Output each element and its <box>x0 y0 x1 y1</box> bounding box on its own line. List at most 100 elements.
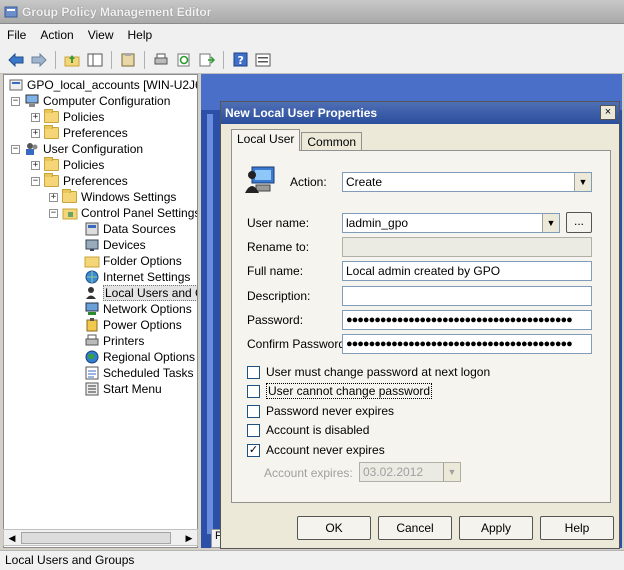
ok-button[interactable]: OK <box>297 516 371 540</box>
browse-button[interactable]: ... <box>566 212 592 233</box>
tree-power-options[interactable]: Power Options <box>84 317 182 333</box>
tree-label: Local Users and Gr <box>103 285 197 301</box>
forward-button[interactable] <box>29 50 49 70</box>
console-tree-icon <box>87 53 103 66</box>
menu-file[interactable]: File <box>0 28 33 42</box>
tree-control-panel-settings[interactable]: − Control Panel Settings <box>49 205 198 221</box>
expand-icon[interactable]: + <box>31 160 40 170</box>
users-icon <box>26 143 38 155</box>
tab-local-user[interactable]: Local User <box>231 129 301 151</box>
tree-uc-preferences[interactable]: − Preferences <box>31 173 128 189</box>
rename-label: Rename to: <box>247 240 310 254</box>
tree-printers[interactable]: Printers <box>84 333 144 349</box>
copy-button[interactable] <box>118 50 138 70</box>
cancel-button[interactable]: Cancel <box>378 516 452 540</box>
expand-icon[interactable]: + <box>31 112 40 122</box>
export-icon <box>199 53 215 66</box>
apply-button[interactable]: Apply <box>459 516 533 540</box>
forward-arrow-icon <box>31 52 47 67</box>
dialog-title: New Local User Properties <box>221 102 619 124</box>
tree-user-config[interactable]: − User Configuration <box>11 141 143 157</box>
properties-icon <box>255 53 271 66</box>
scroll-thumb[interactable] <box>21 532 171 544</box>
description-field[interactable] <box>342 286 592 306</box>
chevron-down-icon[interactable]: ▼ <box>574 173 591 191</box>
back-button[interactable] <box>6 50 26 70</box>
tree-cc-preferences[interactable]: + Preferences <box>31 125 128 141</box>
checkbox-box[interactable] <box>247 404 260 418</box>
export-list-button[interactable] <box>197 50 217 70</box>
tree-label: User Configuration <box>43 142 144 156</box>
refresh-button[interactable] <box>174 50 194 70</box>
checkbox-account-disabled[interactable]: Account is disabled <box>247 422 369 438</box>
tree-folder-options[interactable]: Folder Options <box>84 253 182 269</box>
scroll-right-icon[interactable]: ▶ <box>182 531 196 545</box>
action-select[interactable]: Create ▼ <box>342 172 592 192</box>
chevron-down-icon: ▼ <box>443 463 460 481</box>
tree-data-sources[interactable]: Data Sources <box>84 221 176 237</box>
checkbox-box[interactable] <box>247 423 260 437</box>
console-tree[interactable]: GPO_local_accounts [WIN-U2J6MA − Compute… <box>3 74 198 548</box>
checkbox-password-never-expires[interactable]: Password never expires <box>247 403 394 419</box>
collapse-icon[interactable]: − <box>31 176 40 186</box>
menu-view[interactable]: View <box>81 28 121 42</box>
up-level-button[interactable] <box>62 50 82 70</box>
new-local-user-dialog: New Local User Properties × Local User C… <box>220 101 620 549</box>
tab-common[interactable]: Common <box>301 132 363 151</box>
password-field[interactable]: ●●●●●●●●●●●●●●●●●●●●●●●●●●●●●●●●●●●●●●●● <box>342 310 592 330</box>
regional-options-icon <box>85 350 99 364</box>
scroll-left-icon[interactable]: ◀ <box>5 531 19 545</box>
checkbox-account-never-expires[interactable]: ✓ Account never expires <box>247 442 385 458</box>
confirm-password-label: Confirm Password: <box>247 337 349 351</box>
tree-label: Preferences <box>63 126 128 140</box>
collapse-icon[interactable]: − <box>11 144 20 154</box>
tree-computer-config[interactable]: − Computer Configuration <box>11 93 170 109</box>
password-label: Password: <box>247 313 304 327</box>
checkbox-box[interactable] <box>247 384 260 398</box>
tree-root[interactable]: GPO_local_accounts [WIN-U2J6MA <box>8 77 197 93</box>
internet-settings-icon <box>85 270 99 284</box>
tree-start-menu[interactable]: Start Menu <box>84 381 162 397</box>
tree-internet-settings[interactable]: Internet Settings <box>84 269 190 285</box>
tree-local-users-groups[interactable]: Local Users and Gr <box>84 285 197 301</box>
checkbox-cannot-change-password[interactable]: User cannot change password <box>247 383 433 399</box>
tree-cc-policies[interactable]: + Policies <box>31 109 104 125</box>
print-button[interactable] <box>151 50 171 70</box>
checkbox-box-checked[interactable]: ✓ <box>247 443 260 457</box>
tree-windows-settings[interactable]: + Windows Settings <box>49 189 176 205</box>
close-icon[interactable]: × <box>600 105 616 120</box>
tree-label: Policies <box>63 158 105 172</box>
tree-label: Control Panel Settings <box>81 206 198 220</box>
checkbox-box[interactable] <box>247 365 260 379</box>
account-expires-date: 03.02.2012 ▼ <box>359 462 461 482</box>
window-title: Group Policy Management Editor <box>22 4 212 19</box>
checkbox-must-change-password[interactable]: User must change password at next logon <box>247 364 490 380</box>
fullname-field[interactable]: Local admin created by GPO <box>342 261 592 281</box>
local-users-icon <box>86 287 96 299</box>
status-bar: Local Users and Groups <box>0 550 624 570</box>
help-dialog-button[interactable]: Help <box>540 516 614 540</box>
chevron-down-icon[interactable]: ▼ <box>542 214 559 232</box>
show-hide-tree-button[interactable] <box>85 50 105 70</box>
properties-button[interactable] <box>253 50 273 70</box>
tree-network-options[interactable]: Network Options <box>84 301 192 317</box>
toolbar: ? <box>0 46 624 74</box>
help-button[interactable]: ? <box>230 50 250 70</box>
expand-icon[interactable]: + <box>31 128 40 138</box>
menu-action[interactable]: Action <box>33 28 80 42</box>
tree-regional-options[interactable]: Regional Options <box>84 349 195 365</box>
expand-icon[interactable]: + <box>49 192 58 202</box>
account-expires-value: 03.02.2012 <box>363 465 424 479</box>
username-combo[interactable]: ladmin_gpo ▼ <box>342 213 560 233</box>
tree-scheduled-tasks[interactable]: Scheduled Tasks <box>84 365 194 381</box>
tree-label: Folder Options <box>103 254 182 268</box>
collapse-icon[interactable]: − <box>49 208 58 218</box>
tree-uc-policies[interactable]: + Policies <box>31 157 104 173</box>
tree-horizontal-scrollbar[interactable]: ◀ ▶ <box>3 529 198 546</box>
tree-devices[interactable]: Devices <box>84 237 146 253</box>
menu-help[interactable]: Help <box>121 28 160 42</box>
confirm-password-field[interactable]: ●●●●●●●●●●●●●●●●●●●●●●●●●●●●●●●●●●●●●●●● <box>342 334 592 354</box>
tree-label: Data Sources <box>103 222 176 236</box>
collapse-icon[interactable]: − <box>11 96 20 106</box>
tree-label: Printers <box>103 334 145 348</box>
